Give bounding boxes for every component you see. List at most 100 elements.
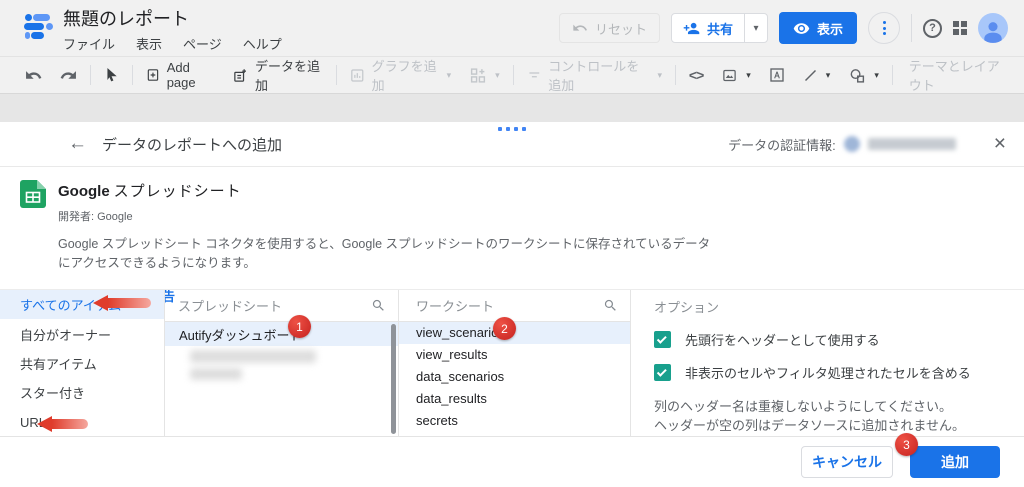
user-avatar[interactable] [978, 13, 1008, 43]
connector-name: Googleスプレッドシート [58, 180, 716, 201]
person-add-icon [683, 20, 700, 37]
undo-icon [572, 20, 588, 36]
menubar: ファイル 表示 ページ ヘルプ [63, 34, 282, 53]
options-column: オプション 先頭行をヘッダーとして使用する 非表示のセルやフィルタ処理されたセル… [631, 290, 1024, 436]
menu-view[interactable]: 表示 [136, 34, 162, 53]
chevron-down-icon: ▾ [447, 70, 452, 81]
reset-button[interactable]: リセット [559, 13, 660, 43]
add-chart-icon [350, 67, 365, 84]
sidebar-item-starred[interactable]: スター付き [0, 378, 164, 407]
add-chart-button[interactable]: グラフを追加 ▾ [341, 57, 460, 93]
annotation-badge-3: 3 [895, 433, 918, 456]
image-icon [721, 68, 738, 83]
checkbox-label: 先頭行をヘッダーとして使用する [685, 330, 880, 349]
help-button[interactable]: ? [923, 19, 942, 38]
more-options-button[interactable] [868, 12, 900, 44]
worksheet-item[interactable]: data_results [399, 387, 630, 409]
help-glyph: ? [929, 22, 936, 34]
checkbox-label: 非表示のセルやフィルタ処理されたセルを含める [685, 363, 971, 382]
report-canvas [0, 94, 1024, 122]
connector-description: Google スプレッドシート コネクタを使用すると、Google スプレッドシ… [58, 235, 716, 273]
menu-help[interactable]: ヘルプ [243, 34, 282, 53]
add-image-button[interactable]: ▾ [712, 57, 760, 93]
add-page-button[interactable]: Add page [137, 57, 224, 93]
view-button[interactable]: 表示 [779, 12, 857, 44]
close-icon[interactable]: × [994, 136, 1006, 152]
community-visualizations-button[interactable]: ▾ [460, 57, 509, 93]
add-data-dialog: ← データのレポートへの追加 データの認証情報: × Googleスプレッドシー… [0, 122, 1024, 487]
worksheet-item[interactable]: data_scenarios [399, 366, 630, 388]
dialog-drag-handle[interactable] [498, 127, 526, 131]
chevron-down-icon: ▾ [657, 70, 662, 81]
report-title[interactable]: 無題のレポート [63, 9, 282, 30]
include-hidden-cells-checkbox[interactable] [654, 364, 671, 381]
use-first-row-header-checkbox[interactable] [654, 331, 671, 348]
add-text-button[interactable] [760, 57, 794, 93]
dialog-title: データのレポートへの追加 [102, 134, 282, 155]
sidebar-item-shared[interactable]: 共有アイテム [0, 349, 164, 378]
picker-sidebar: すべてのアイテム 自分がオーナー 共有アイテム スター付き URL [0, 290, 165, 436]
chevron-down-icon: ▾ [753, 23, 758, 34]
add-data-label: データを追加 [255, 56, 323, 94]
worksheet-column: ワークシート view_scenarios view_results data_… [399, 290, 631, 436]
redo-icon [60, 67, 77, 84]
sidebar-item-owned-by-me[interactable]: 自分がオーナー [0, 319, 164, 348]
share-dropdown-button[interactable]: ▾ [745, 14, 767, 42]
spreadsheet-item-selected[interactable]: Autifyダッシュボード [165, 322, 398, 346]
add-page-icon [146, 67, 160, 83]
add-data-button[interactable]: データを追加 [224, 57, 332, 93]
annotation-arrow-url [37, 416, 88, 432]
chevron-down-icon: ▾ [874, 70, 879, 81]
looker-studio-logo-icon [24, 13, 50, 39]
undo-button[interactable] [16, 57, 51, 93]
add-shape-button[interactable]: ▾ [839, 57, 888, 93]
select-tool-button[interactable] [95, 57, 128, 93]
spreadsheet-list-scrollbar[interactable] [391, 324, 396, 434]
embed-url-button[interactable]: <> [680, 57, 712, 93]
chevron-down-icon: ▾ [826, 70, 831, 81]
add-data-icon [233, 67, 248, 84]
share-button-group: 共有 ▾ [671, 13, 768, 43]
redo-button[interactable] [51, 57, 86, 93]
person-icon [980, 19, 1006, 43]
dialog-footer: キャンセル 追加 3 [0, 436, 1024, 486]
connector-developer: 開発者: Google [58, 208, 716, 224]
spreadsheet-column: スプレッドシート Autifyダッシュボード 1 [165, 290, 399, 436]
redacted-spreadsheet-item [190, 368, 242, 380]
annotation-badge-2: 2 [493, 317, 516, 340]
add-control-button[interactable]: コントロールを追加 ▾ [518, 57, 671, 93]
header-divider [911, 14, 912, 42]
code-icon: <> [689, 67, 703, 83]
add-line-button[interactable]: ▾ [794, 57, 840, 93]
toolbar: Add page データを追加 グラフを追加 ▾ ▾ コントロールを追加 ▾ <… [0, 57, 1024, 94]
search-icon[interactable] [603, 298, 618, 313]
share-button[interactable]: 共有 [672, 14, 744, 42]
google-sheets-icon [20, 180, 46, 289]
menu-file[interactable]: ファイル [63, 34, 115, 53]
file-picker: すべてのアイテム 自分がオーナー 共有アイテム スター付き URL スプレッドシ… [0, 289, 1024, 436]
text-box-icon [769, 67, 785, 83]
theme-layout-button[interactable]: テーマとレイアウト [897, 56, 1024, 94]
worksheet-column-header: ワークシート [416, 296, 494, 315]
cancel-button[interactable]: キャンセル [801, 446, 893, 478]
app-header: 無題のレポート ファイル 表示 ページ ヘルプ リセット 共有 ▾ 表示 [0, 0, 1024, 57]
search-icon[interactable] [371, 298, 386, 313]
apps-grid-icon[interactable] [953, 21, 967, 35]
add-page-label: Add page [167, 60, 215, 90]
eye-icon [793, 20, 810, 37]
share-label: 共有 [707, 19, 733, 38]
credentials-label: データの認証情報: [728, 135, 836, 154]
worksheet-item[interactable]: secrets [399, 409, 630, 431]
community-viz-icon [469, 67, 487, 84]
line-icon [803, 68, 818, 83]
spreadsheet-column-header: スプレッドシート [178, 296, 282, 315]
chevron-down-icon: ▾ [746, 70, 751, 81]
view-label: 表示 [817, 19, 843, 38]
add-button[interactable]: 追加 [910, 446, 1000, 478]
filter-control-icon [527, 68, 542, 83]
back-button[interactable]: ← [68, 133, 87, 155]
worksheet-item[interactable]: view_results [399, 344, 630, 366]
shape-icon [848, 67, 866, 84]
reset-label: リセット [595, 19, 647, 38]
menu-page[interactable]: ページ [183, 34, 222, 53]
